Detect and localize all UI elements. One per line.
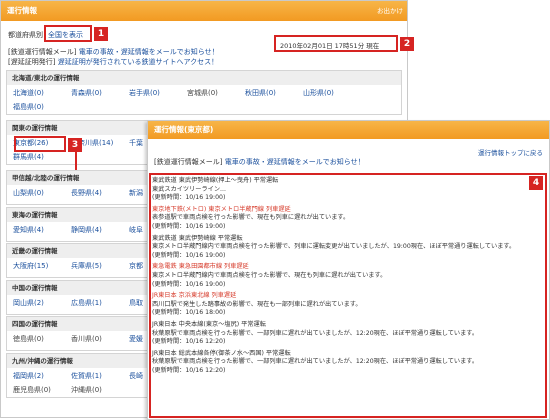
front-mail-row: [鉄道運行情報メール] 電車の事故・遅延情報をメールでお知らせ！ bbox=[154, 157, 365, 167]
pref-link[interactable]: 広島県(1) bbox=[71, 298, 129, 309]
annotation-box-1 bbox=[44, 25, 92, 42]
pref-link[interactable]: 福岡県(2) bbox=[13, 371, 71, 382]
back-mail-label: [鉄道運行情報メール] bbox=[8, 48, 77, 56]
pref-link[interactable]: 岩手県(0) bbox=[129, 88, 187, 99]
pref-link[interactable]: 群馬県(4) bbox=[13, 152, 71, 163]
back-site-label: [遅延証明発行] bbox=[8, 58, 56, 66]
front-mail-label: [鉄道運行情報メール] bbox=[154, 158, 223, 166]
pref-link[interactable]: 愛知県(4) bbox=[13, 225, 71, 236]
back-site-row: [遅延証明発行] 遅延証明が発行されている鉄道サイトへアクセス！ bbox=[8, 57, 218, 67]
back-mail-row: [鉄道運行情報メール] 電車の事故・遅延情報をメールでお知らせ！ bbox=[8, 47, 219, 57]
pref-text: 香川県(0) bbox=[71, 335, 102, 343]
pref-label: 都道府県別 bbox=[8, 31, 43, 39]
badge-1: 1 bbox=[94, 27, 108, 41]
pref-link[interactable]: 山形県(0) bbox=[303, 88, 361, 99]
section-hokkaido-tohoku: 北海道/東北の運行情報 北海道(0) 青森県(0) 岩手県(0) 宮城県(0) … bbox=[6, 70, 402, 115]
pref-text: 宮城県(0) bbox=[187, 89, 218, 97]
pref-link[interactable]: 佐賀県(1) bbox=[71, 371, 129, 382]
front-header-title: 運行情報(東京都) bbox=[154, 125, 214, 134]
pref-text: 鹿児島県(0) bbox=[13, 386, 51, 394]
pref-link[interactable]: 山梨県(0) bbox=[13, 188, 71, 199]
pref-link[interactable]: 青森県(0) bbox=[71, 88, 129, 99]
pref-link[interactable]: 岡山県(2) bbox=[13, 298, 71, 309]
front-mail-link[interactable]: 電車の事故・遅延情報をメールでお知らせ！ bbox=[225, 158, 365, 166]
pref-link[interactable]: 秋田県(0) bbox=[245, 88, 303, 99]
back-to-top-link[interactable]: 運行情報トップに戻る bbox=[478, 147, 543, 157]
pref-link[interactable]: 兵庫県(5) bbox=[71, 261, 129, 272]
annotation-box-4 bbox=[149, 173, 547, 418]
back-site-link[interactable]: 遅延証明が発行されている鉄道サイトへアクセス！ bbox=[58, 58, 218, 66]
annotation-box-2 bbox=[274, 35, 398, 52]
pref-link[interactable]: 北海道(0) bbox=[13, 88, 71, 99]
front-header: 運行情報(東京都) bbox=[148, 121, 549, 139]
badge-3: 3 bbox=[68, 138, 82, 152]
pref-link[interactable]: 大阪府(15) bbox=[13, 261, 71, 272]
pref-text: 徳島県(0) bbox=[13, 335, 44, 343]
badge-2: 2 bbox=[400, 37, 414, 51]
badge-4: 4 bbox=[529, 176, 543, 190]
section-title: 北海道/東北の運行情報 bbox=[7, 71, 401, 85]
header-right-link[interactable]: お出かけ bbox=[377, 1, 403, 21]
pref-link[interactable]: 福島県(0) bbox=[13, 102, 71, 113]
pref-text: 沖縄県(0) bbox=[71, 386, 102, 394]
back-header: 運行情報 お出かけ bbox=[1, 1, 407, 21]
back-header-title: 運行情報 bbox=[7, 6, 37, 15]
back-mail-link[interactable]: 電車の事故・遅延情報をメールでお知らせ！ bbox=[79, 48, 219, 56]
annotation-box-3 bbox=[14, 136, 66, 152]
pref-link[interactable]: 静岡県(4) bbox=[71, 225, 129, 236]
pref-link[interactable]: 長野県(4) bbox=[71, 188, 129, 199]
